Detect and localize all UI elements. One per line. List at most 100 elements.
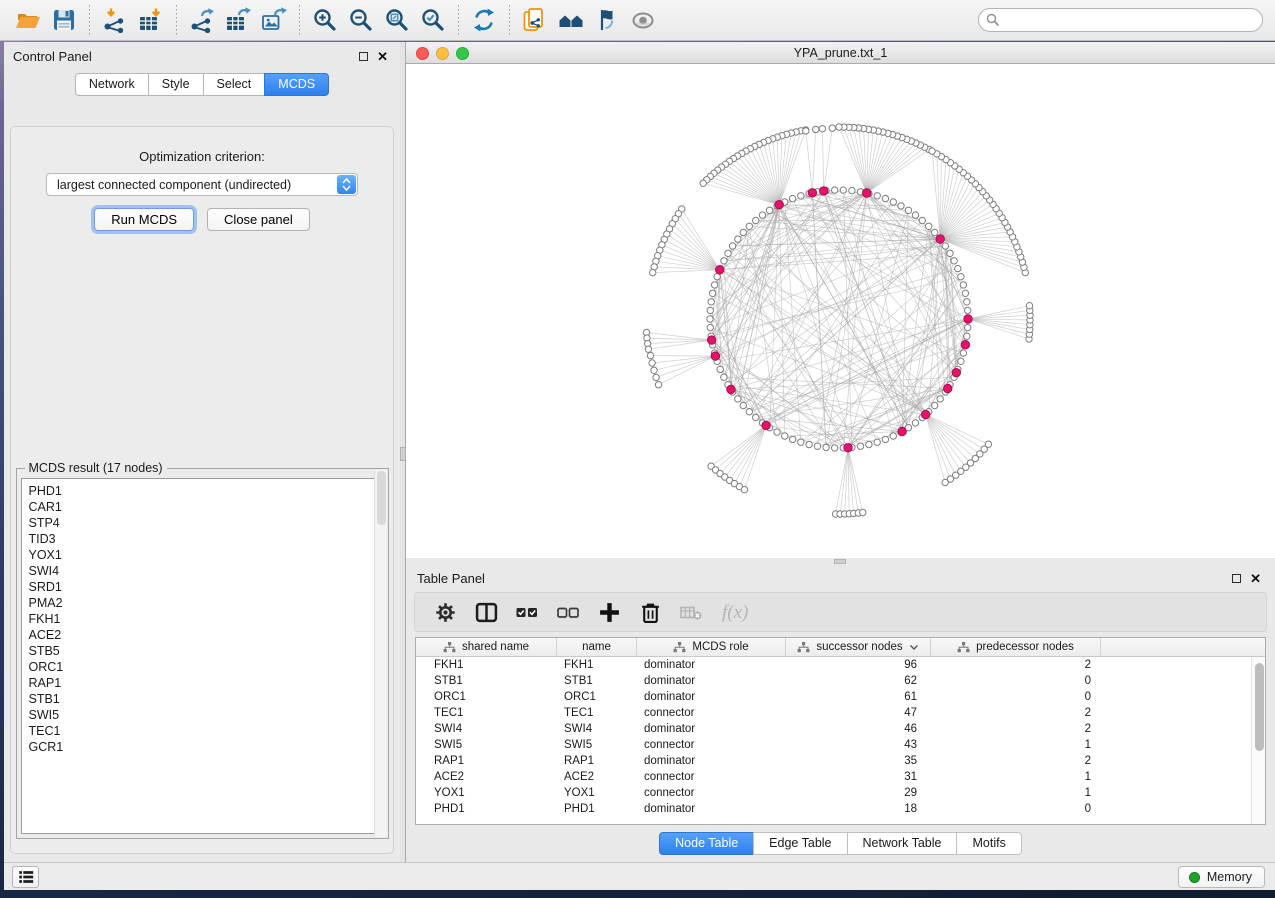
column-header-shared-name[interactable]: shared name [416,638,557,656]
close-icon[interactable]: ✕ [1250,574,1261,583]
table-cell: ACE2 [557,771,637,783]
tab-style[interactable]: Style [148,73,204,96]
close-icon[interactable]: ✕ [377,52,388,61]
export-network-button[interactable] [184,4,220,36]
table-row[interactable]: YOX1YOX1connector291 [416,785,1251,801]
mcds-result-item[interactable]: CAR1 [29,499,383,515]
select-all-button[interactable] [515,600,539,624]
zoom-in-button[interactable] [307,4,343,36]
task-history-button[interactable] [12,866,39,888]
run-mcds-button[interactable]: Run MCDS [94,208,194,231]
show-all-button[interactable] [625,4,661,36]
minimize-traffic-light[interactable] [436,47,449,60]
zoom-out-button[interactable] [343,4,379,36]
tab-motifs[interactable]: Motifs [956,832,1021,855]
column-type-icon [673,642,686,653]
create-column-button[interactable] [597,600,621,624]
tab-mcds[interactable]: MCDS [264,73,329,96]
apply-layout-button[interactable] [466,4,502,36]
table-cell: PHD1 [557,803,637,815]
table-row[interactable]: PHD1PHD1dominator180 [416,801,1251,817]
mcds-result-item[interactable]: PHD1 [29,483,383,499]
mcds-result-item[interactable]: TID3 [29,531,383,547]
export-table-button[interactable] [220,4,256,36]
sort-desc-icon [909,644,919,651]
mcds-result-item[interactable]: ACE2 [29,627,383,643]
search-input[interactable] [978,8,1263,32]
table-cell: 31 [786,771,931,783]
mcds-result-item[interactable]: FKH1 [29,611,383,627]
maximize-traffic-light[interactable] [456,47,469,60]
optimization-criterion-value: largest connected component (undirected) [47,178,291,192]
save-session-button[interactable] [46,4,82,36]
column-header-predecessor-nodes[interactable]: predecessor nodes [931,638,1101,656]
hide-selected-button[interactable] [589,4,625,36]
mcds-result-item[interactable]: SWI5 [29,707,383,723]
mcds-result-list[interactable]: PHD1CAR1STP4TID3YOX1SWI4SRD1PMA2FKH1ACE2… [21,478,384,834]
mcds-result-item[interactable]: STB1 [29,691,383,707]
mcds-list-scrollbar[interactable] [374,470,387,837]
search-icon [986,13,1000,27]
table-row[interactable]: STB1STB1dominator620 [416,673,1251,689]
tab-node-table[interactable]: Node Table [659,832,754,855]
first-neighbors-button[interactable] [553,4,589,36]
memory-button[interactable]: Memory [1178,866,1265,888]
mcds-result-item[interactable]: SRD1 [29,579,383,595]
float-window-icon[interactable] [1232,574,1241,583]
show-columns-button[interactable] [474,600,498,624]
tab-edge-table[interactable]: Edge Table [753,832,847,855]
open-file-button[interactable] [10,4,46,36]
mcds-result-item[interactable]: YOX1 [29,547,383,563]
column-header-MCDS-role[interactable]: MCDS role [637,638,786,656]
zoom-selected-button[interactable] [415,4,451,36]
mcds-result-item[interactable]: STB5 [29,643,383,659]
deselect-all-button[interactable] [556,600,580,624]
horizontal-splitter[interactable] [406,558,1275,566]
table-row[interactable]: FKH1FKH1dominator962 [416,657,1251,673]
table-settings-button[interactable] [433,600,457,624]
export-image-button[interactable] [256,4,292,36]
table-scrollbar[interactable] [1251,657,1265,824]
close-panel-button[interactable]: Close panel [207,208,310,231]
import-network-button[interactable] [97,4,133,36]
network-canvas[interactable] [406,64,1275,558]
table-row[interactable]: SWI5SWI5connector431 [416,737,1251,753]
table-cell: 47 [786,707,931,719]
mcds-result-item[interactable]: PMA2 [29,595,383,611]
tab-select[interactable]: Select [203,73,266,96]
splitter-grip[interactable] [834,559,846,564]
mcds-result-group: MCDS result (17 nodes) PHD1CAR1STP4TID3Y… [16,468,389,839]
tab-network-table[interactable]: Network Table [847,832,958,855]
table-cell: FKH1 [557,659,637,671]
import-table-button[interactable] [133,4,169,36]
table-row[interactable]: RAP1RAP1dominator352 [416,753,1251,769]
network-window-titlebar[interactable]: YPA_prune.txt_1 [406,42,1275,64]
float-window-icon[interactable] [359,52,368,61]
close-traffic-light[interactable] [416,47,429,60]
mcds-result-item[interactable]: GCR1 [29,739,383,755]
column-header-name[interactable]: name [557,638,637,656]
table-cell: ORC1 [416,691,557,703]
delete-column-button[interactable] [638,600,662,624]
table-row[interactable]: TEC1TEC1connector472 [416,705,1251,721]
zoom-fit-button[interactable] [379,4,415,36]
deselect-all-icon [556,601,580,624]
new-network-from-selection-button[interactable] [517,4,553,36]
tab-network[interactable]: Network [75,73,149,96]
mcds-result-item[interactable]: RAP1 [29,675,383,691]
table-cell: connector [637,739,786,751]
mcds-result-item[interactable]: SWI4 [29,563,383,579]
column-header-successor-nodes[interactable]: successor nodes [786,638,931,656]
table-cell: 43 [786,739,931,751]
table-row[interactable]: SWI4SWI4dominator462 [416,721,1251,737]
optimization-criterion-select[interactable]: largest connected component (undirected) [46,173,358,196]
scrollbar-thumb[interactable] [1255,663,1264,751]
table-cell: TEC1 [557,707,637,719]
table-row[interactable]: ORC1ORC1dominator610 [416,689,1251,705]
mcds-result-item[interactable]: STP4 [29,515,383,531]
list-icon [17,868,35,886]
zoom-in-icon [312,7,338,33]
mcds-result-item[interactable]: TEC1 [29,723,383,739]
mcds-result-item[interactable]: ORC1 [29,659,383,675]
table-row[interactable]: ACE2ACE2connector311 [416,769,1251,785]
